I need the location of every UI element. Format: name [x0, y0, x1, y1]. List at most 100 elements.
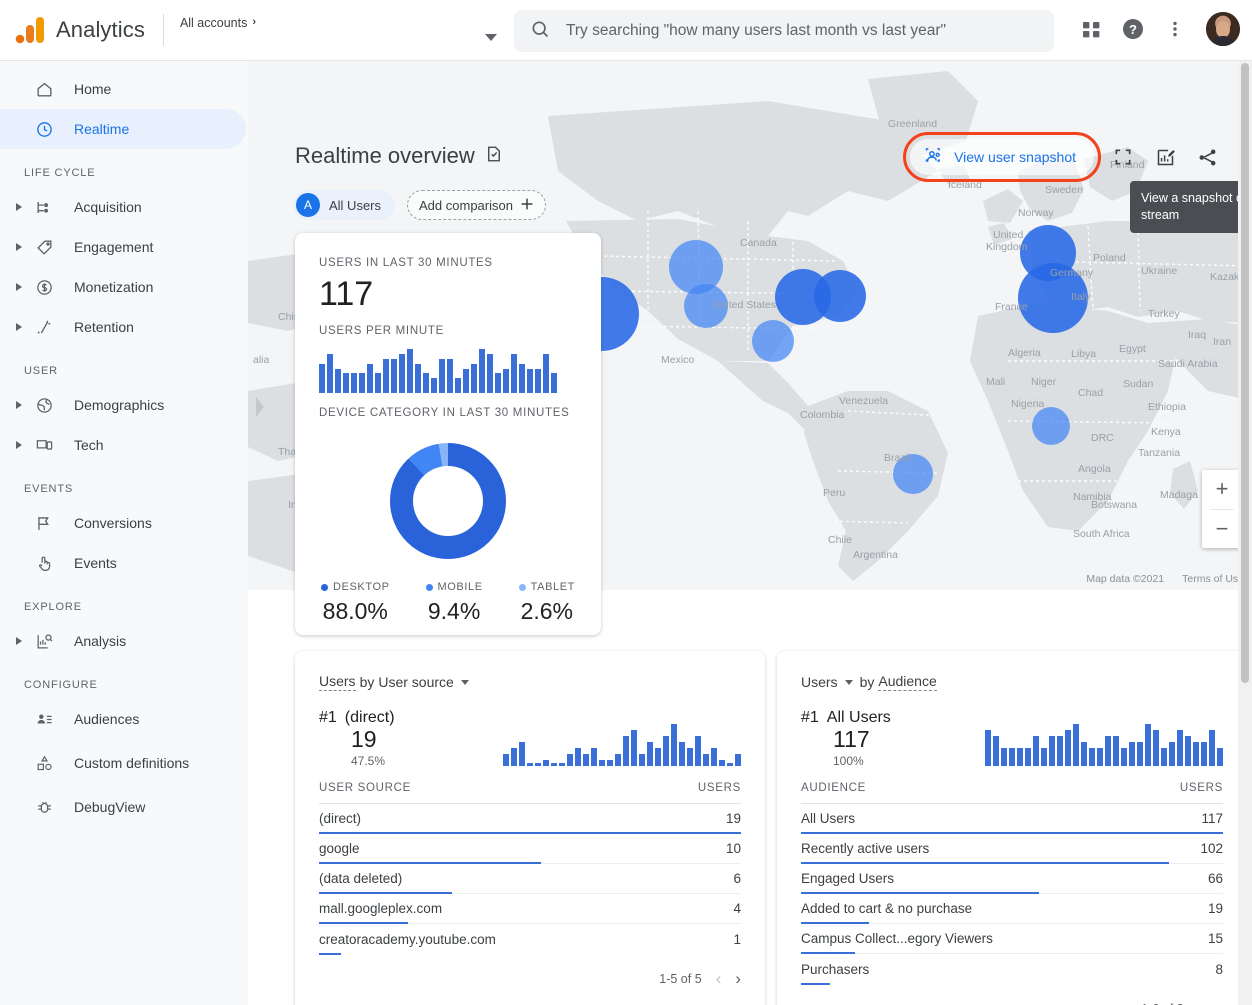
map-country-label: Botswana — [1091, 499, 1137, 511]
table-row[interactable]: creatoracademy.youtube.com1 — [319, 924, 741, 954]
help-icon[interactable]: ? — [1120, 16, 1146, 42]
realtime-summary-card: USERS IN LAST 30 MINUTES 117 USERS PER M… — [295, 233, 601, 635]
card-metric-selector[interactable]: Users — [801, 674, 838, 690]
table-row[interactable]: Purchasers8 — [801, 954, 1223, 984]
terms-of-use-link[interactable]: Terms of Use — [1182, 573, 1244, 585]
chevron-right-icon[interactable]: › — [735, 970, 741, 987]
sidebar-item-home[interactable]: Home — [0, 69, 246, 109]
map-country-label: Kenya — [1151, 426, 1181, 438]
sidebar-item-label: Tech — [74, 437, 104, 453]
chip-all-users[interactable]: A All Users — [293, 190, 395, 220]
bar — [327, 354, 333, 393]
account-selector[interactable]: All accounts › — [180, 16, 256, 30]
clock-icon — [32, 120, 56, 139]
bar — [607, 760, 613, 766]
map-zoom-controls[interactable]: + − — [1202, 470, 1242, 548]
map-country-label: DRC — [1091, 432, 1114, 444]
table-row[interactable]: All Users117 — [801, 804, 1223, 834]
sidebar-item-realtime[interactable]: Realtime — [0, 109, 246, 149]
sidebar-item-label: Engagement — [74, 239, 153, 255]
sidebar-item-analysis[interactable]: Analysis — [0, 621, 246, 661]
apps-grid-icon[interactable] — [1078, 16, 1104, 42]
chevron-left-icon[interactable]: ‹ — [716, 970, 722, 987]
table-row[interactable]: Campus Collect...egory Viewers15 — [801, 924, 1223, 954]
card-dimension-selector[interactable]: Audience — [878, 673, 936, 691]
table-row[interactable]: Engaged Users66 — [801, 864, 1223, 894]
legend-item: DESKTOP88.0% — [321, 581, 390, 625]
map-bubble — [752, 320, 794, 362]
panel-collapse-icon[interactable] — [254, 396, 266, 418]
sidebar-item-acquisition[interactable]: Acquisition — [0, 187, 246, 227]
card-title-by: by — [360, 674, 375, 690]
table-row[interactable]: google10 — [319, 834, 741, 864]
row-value: 102 — [1200, 841, 1223, 856]
expand-arrow-icon[interactable] — [8, 283, 30, 291]
sidebar-item-label: Conversions — [74, 515, 152, 531]
sidebar-item-retention[interactable]: Retention — [0, 307, 246, 347]
sidebar-item-conversions[interactable]: Conversions — [0, 503, 246, 543]
sidebar-item-debugview[interactable]: DebugView — [0, 787, 246, 827]
more-vert-icon[interactable] — [1162, 16, 1188, 42]
row-label: Recently active users — [801, 841, 929, 856]
card-metric-selector[interactable]: Users — [319, 673, 356, 691]
bar — [985, 730, 991, 766]
expand-arrow-icon[interactable] — [8, 441, 30, 449]
fullscreen-icon[interactable] — [1110, 144, 1136, 170]
expand-arrow-icon[interactable] — [8, 401, 30, 409]
view-user-snapshot-button[interactable]: View user snapshot — [910, 139, 1094, 175]
bar — [1177, 730, 1183, 766]
expand-arrow-icon[interactable] — [8, 203, 30, 211]
chevron-down-icon[interactable] — [845, 680, 853, 685]
table-row[interactable]: mall.googleplex.com4 — [319, 894, 741, 924]
bar — [1105, 736, 1111, 766]
sidebar-item-demographics[interactable]: Demographics — [0, 385, 246, 425]
insights-doc-icon[interactable] — [485, 143, 503, 169]
donut-ring — [390, 443, 506, 559]
table-row[interactable]: Added to cart & no purchase19 — [801, 894, 1223, 924]
sidebar-item-tech[interactable]: Tech — [0, 425, 246, 465]
bar — [527, 763, 533, 766]
expand-arrow-icon[interactable] — [8, 243, 30, 251]
row-label: Purchasers — [801, 962, 869, 977]
globe-icon — [32, 396, 56, 415]
expand-arrow-icon[interactable] — [8, 323, 30, 331]
bar — [391, 359, 397, 393]
row-label: (direct) — [319, 811, 361, 826]
share-icon[interactable] — [1194, 144, 1220, 170]
bar — [1041, 748, 1047, 766]
table-row[interactable]: (data deleted)6 — [319, 864, 741, 894]
sidebar-item-events[interactable]: Events — [0, 543, 246, 583]
search-input[interactable]: Try searching "how many users last month… — [514, 10, 1054, 52]
table-row[interactable]: (direct)19 — [319, 804, 741, 834]
sidebar-item-audiences[interactable]: Audiences — [0, 699, 246, 739]
users-per-minute-chart — [319, 347, 577, 393]
sidebar-item-custom-definitions[interactable]: Custom definitions — [0, 739, 246, 787]
chevron-down-icon[interactable] — [461, 680, 469, 685]
bar — [551, 373, 557, 393]
top-rank: #1 All Users — [801, 709, 891, 727]
bar — [1145, 724, 1151, 766]
edit-chart-icon[interactable] — [1152, 144, 1178, 170]
chevron-right-icon[interactable]: › — [1217, 1000, 1223, 1005]
zoom-in-button[interactable]: + — [1202, 470, 1242, 509]
chevron-left-icon[interactable]: ‹ — [1198, 1000, 1204, 1005]
bar — [1081, 742, 1087, 766]
card-title-by: by — [860, 674, 875, 690]
scrollbar-thumb[interactable] — [1241, 63, 1249, 683]
legend-name: MOBILE — [438, 581, 483, 593]
avatar[interactable] — [1206, 12, 1240, 46]
bar — [1153, 730, 1159, 766]
chevron-down-icon[interactable] — [485, 34, 497, 41]
card-dimension-selector[interactable]: User source — [378, 674, 453, 690]
bar — [583, 754, 589, 766]
zoom-out-button[interactable]: − — [1202, 510, 1242, 549]
sidebar-item-monetization[interactable]: Monetization — [0, 267, 246, 307]
bar — [519, 742, 525, 766]
table-row[interactable]: Recently active users 102 — [801, 834, 1223, 864]
chip-all-users-label: All Users — [329, 198, 381, 213]
page-scrollbar[interactable] — [1238, 61, 1252, 1005]
legend-label: MOBILE — [426, 581, 483, 593]
expand-arrow-icon[interactable] — [8, 637, 30, 645]
add-comparison-button[interactable]: Add comparison — [407, 190, 546, 220]
sidebar-item-engagement[interactable]: Engagement — [0, 227, 246, 267]
